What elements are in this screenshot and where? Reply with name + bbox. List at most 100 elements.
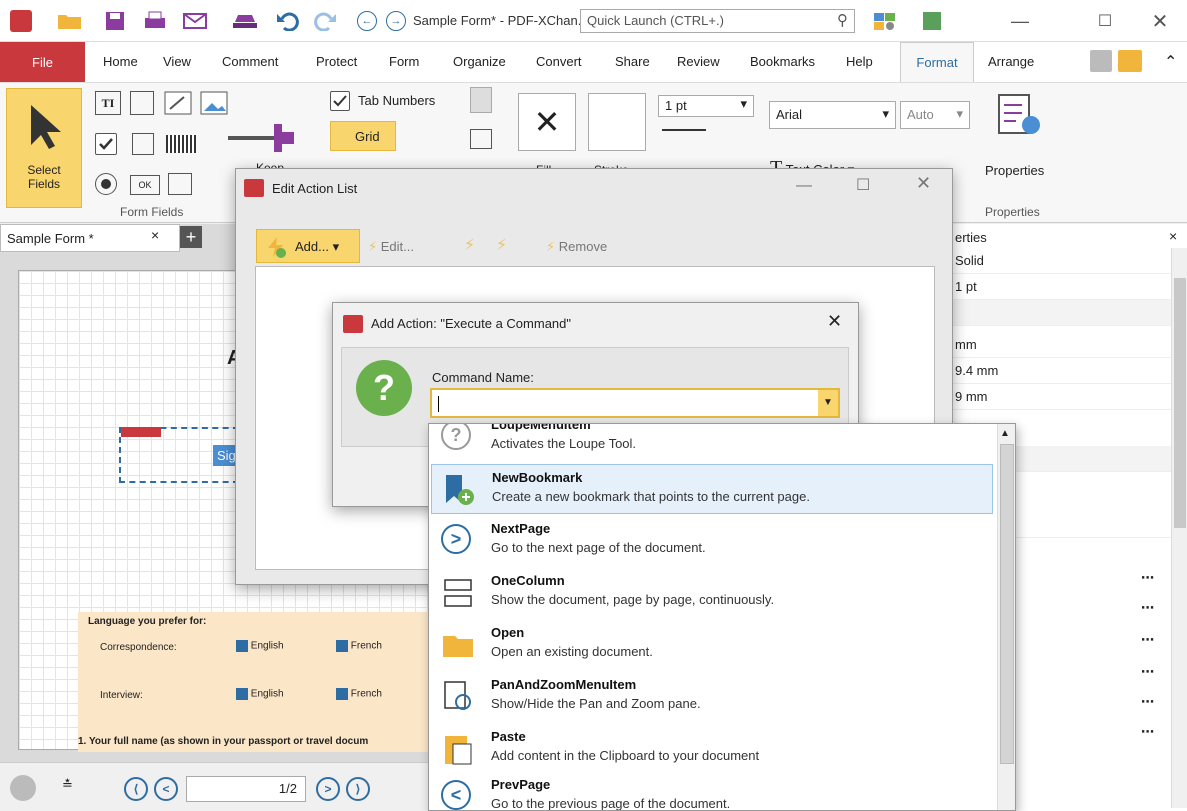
doc-icon[interactable] — [1090, 50, 1112, 72]
interview-french-option[interactable]: French — [336, 688, 382, 700]
property-row[interactable]: 9.4 mm — [941, 358, 1171, 384]
list-item[interactable]: Paste Add content in the Clipboard to yo… — [431, 724, 993, 774]
list-item[interactable]: OneColumn Show the document, page by pag… — [431, 568, 993, 618]
list-item[interactable]: > NextPage Go to the next page of the do… — [431, 516, 993, 566]
menu-comment[interactable]: Comment — [222, 54, 278, 69]
document-tab[interactable]: Sample Form * × — [0, 224, 180, 252]
interview-english-option[interactable]: English — [236, 688, 284, 700]
check-box-icon[interactable] — [95, 133, 117, 155]
forward-icon[interactable]: → — [384, 9, 408, 33]
select-fields-button[interactable]: Select Fields — [6, 88, 82, 208]
properties-button[interactable]: Properties — [985, 91, 1055, 181]
combo-box-icon[interactable] — [132, 133, 154, 155]
menu-convert[interactable]: Convert — [536, 54, 582, 69]
menu-help[interactable]: Help — [846, 54, 873, 69]
list-item[interactable]: ? LoupeMenuItem Activates the Loupe Tool… — [431, 424, 993, 462]
document-icon[interactable] — [470, 87, 492, 113]
dropdown-scrollbar[interactable]: ▲ — [997, 424, 1015, 810]
page-number-input[interactable]: 1/2 — [186, 776, 306, 802]
last-page-icon[interactable]: ⟩ — [346, 777, 370, 801]
close-icon[interactable]: ✕ — [916, 173, 931, 194]
correspondence-french-option[interactable]: French — [336, 640, 382, 652]
folder-search-icon[interactable] — [1118, 50, 1142, 72]
properties-scrollbar[interactable] — [1171, 248, 1187, 808]
list-item[interactable]: PanAndZoomMenuItem Show/Hide the Pan and… — [431, 672, 993, 722]
customize-toolbar-icon[interactable] — [865, 9, 905, 33]
property-row[interactable]: 9 mm — [941, 384, 1171, 410]
tab-numbers-button[interactable]: Tab Numbers — [330, 91, 460, 115]
menu-protect[interactable]: Protect — [316, 54, 357, 69]
menu-share[interactable]: Share — [615, 54, 650, 69]
more-options-icon[interactable]: ⋯ — [1141, 724, 1154, 740]
print-icon[interactable] — [140, 9, 170, 33]
minimize-icon[interactable]: — — [1000, 9, 1040, 33]
quick-launch-input[interactable]: Quick Launch (CTRL+.) ⚲ — [580, 9, 855, 33]
menu-bookmarks[interactable]: Bookmarks — [750, 54, 815, 69]
line-style-preview[interactable] — [662, 129, 706, 131]
new-tab-icon[interactable]: + — [180, 226, 202, 248]
menu-format[interactable]: Format — [900, 42, 974, 82]
font-select[interactable]: Arial ▾ — [769, 101, 896, 129]
fill-none-icon[interactable]: ✕ — [518, 93, 576, 151]
property-row[interactable]: Solid — [941, 248, 1171, 274]
move-up-icon[interactable]: ⚡ — [464, 235, 475, 255]
list-box-icon[interactable] — [130, 91, 154, 115]
close-tab-icon[interactable]: × — [151, 227, 159, 243]
menu-form[interactable]: Form — [389, 54, 419, 69]
pin-icon[interactable] — [228, 118, 298, 158]
layout-grid-icon[interactable] — [470, 129, 492, 149]
signature-field-icon[interactable] — [164, 91, 192, 115]
more-options-icon[interactable]: ⋯ — [1141, 664, 1154, 680]
maximize-icon[interactable]: ☐ — [856, 175, 870, 195]
barcode-icon[interactable] — [166, 135, 196, 153]
menu-review[interactable]: Review — [677, 54, 720, 69]
menu-organize[interactable]: Organize — [453, 54, 506, 69]
list-item[interactable]: Open Open an existing document. — [431, 620, 993, 670]
menu-file[interactable]: File — [0, 42, 85, 82]
more-options-icon[interactable]: ⋯ — [1141, 600, 1154, 616]
command-name-combo[interactable]: ▼ — [430, 388, 840, 418]
signature-field[interactable]: Sig — [119, 427, 240, 483]
property-row[interactable]: 1 pt — [941, 274, 1171, 300]
image-field-icon[interactable] — [200, 91, 228, 115]
chevron-double-down-icon[interactable]: ≛ — [62, 777, 73, 793]
property-row[interactable]: mm — [941, 332, 1171, 358]
more-options-icon[interactable]: ⋯ — [1141, 694, 1154, 710]
close-panel-icon[interactable]: × — [1169, 228, 1177, 244]
line-width-select[interactable]: 1 pt ▾ — [658, 95, 754, 117]
collapse-ribbon-icon[interactable]: ⌃ — [1164, 52, 1177, 72]
font-size-select[interactable]: Auto ▾ — [900, 101, 970, 129]
scrollbar-thumb[interactable] — [1000, 444, 1014, 764]
scan-icon[interactable] — [225, 9, 265, 33]
menu-home[interactable]: Home — [103, 54, 138, 69]
close-icon[interactable]: ✕ — [827, 311, 842, 332]
maximize-icon[interactable]: ☐ — [1085, 9, 1125, 33]
next-page-icon[interactable]: > — [316, 777, 340, 801]
menu-view[interactable]: View — [163, 54, 191, 69]
prev-page-icon[interactable]: < — [154, 777, 178, 801]
text-field-icon[interactable]: TI — [95, 91, 121, 115]
open-folder-icon[interactable] — [50, 9, 90, 33]
button-field-icon[interactable]: OK — [130, 175, 160, 195]
move-down-icon[interactable]: ⚡ — [496, 235, 507, 255]
stroke-swatch[interactable] — [588, 93, 646, 151]
remove-action-button[interactable]: ⚡ Remove — [546, 239, 607, 255]
minimize-icon[interactable]: — — [796, 177, 812, 195]
email-icon[interactable] — [175, 9, 215, 33]
add-action-button[interactable]: Add... ▾ — [256, 229, 360, 263]
list-item[interactable]: NewBookmark Create a new bookmark that p… — [431, 464, 993, 514]
list-item[interactable]: < PrevPage Go to the previous page of th… — [431, 772, 993, 810]
close-icon[interactable]: ✕ — [1140, 9, 1180, 33]
more-options-icon[interactable]: ⋯ — [1141, 570, 1154, 586]
date-field-icon[interactable] — [168, 173, 192, 195]
settings-gear-icon[interactable] — [10, 775, 36, 801]
edit-action-button[interactable]: ⚡ Edit... — [368, 239, 414, 255]
undo-icon[interactable] — [268, 9, 308, 33]
chevron-down-icon[interactable]: ▼ — [818, 390, 838, 416]
back-icon[interactable]: ← — [355, 9, 379, 33]
first-page-icon[interactable]: ⟨ — [124, 777, 148, 801]
correspondence-english-option[interactable]: English — [236, 640, 284, 652]
menu-arrange[interactable]: Arrange — [988, 54, 1034, 69]
scroll-up-icon[interactable]: ▲ — [1000, 428, 1010, 439]
more-options-icon[interactable]: ⋯ — [1141, 632, 1154, 648]
